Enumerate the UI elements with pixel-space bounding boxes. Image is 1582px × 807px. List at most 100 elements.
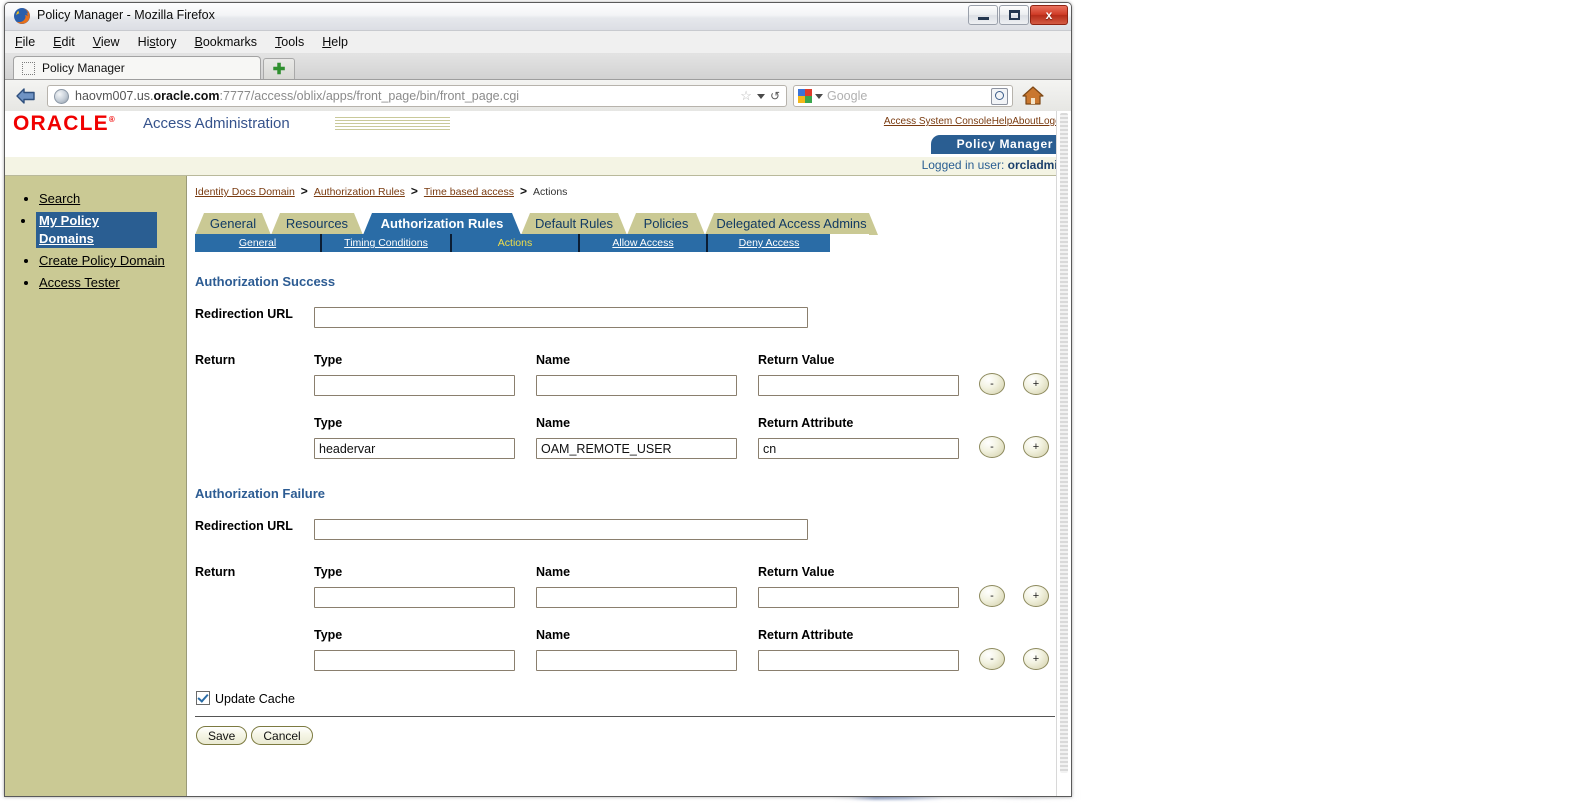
link-about[interactable]: About — [1012, 116, 1038, 127]
failure-row2-type-input[interactable] — [314, 650, 515, 671]
url-suffix: :7777/access/oblix/apps/front_page/bin/f… — [219, 89, 520, 103]
bookmark-star-icon[interactable]: ☆ — [740, 88, 752, 104]
tab-delegated-access-admins[interactable]: Delegated Access Admins — [705, 212, 878, 235]
sub-tab-bar: General Timing Conditions Actions Allow … — [195, 234, 830, 252]
search-bar[interactable]: Google — [793, 85, 1013, 107]
menu-edit[interactable]: Edit — [53, 35, 75, 49]
failure-row2-return-attribute-input[interactable] — [758, 650, 959, 671]
search-icon[interactable] — [991, 87, 1008, 105]
failure-row1-name-input[interactable] — [536, 587, 737, 608]
search-input-placeholder[interactable]: Google — [827, 89, 867, 103]
failure-row1-type-input[interactable] — [314, 587, 515, 608]
menu-bookmarks[interactable]: Bookmarks — [195, 35, 258, 49]
menu-history[interactable]: History — [138, 35, 177, 49]
subtab-general[interactable]: General — [195, 234, 322, 252]
minimize-button[interactable] — [968, 5, 998, 25]
save-button[interactable]: Save — [196, 726, 248, 745]
subtab-timing-conditions[interactable]: Timing Conditions — [322, 234, 452, 252]
browser-tab-label: Policy Manager — [42, 61, 125, 75]
success-redirection-url-input[interactable] — [314, 307, 808, 328]
app-title: Access Administration — [143, 115, 290, 132]
scrollbar-thumb[interactable] — [1060, 113, 1068, 773]
new-tab-button[interactable]: ✚ — [263, 58, 295, 79]
breadcrumb-item-time-based-access[interactable]: Time based access — [424, 186, 514, 198]
breadcrumb-item-identity-docs-domain[interactable]: Identity Docs Domain — [195, 186, 295, 198]
tab-default-rules[interactable]: Default Rules — [521, 212, 627, 235]
url-host: oracle.com — [153, 89, 220, 103]
success-row2-type-input[interactable] — [314, 438, 515, 459]
menu-file[interactable]: File — [15, 35, 35, 49]
failure-redirection-url-input[interactable] — [314, 519, 808, 540]
subtab-actions[interactable]: Actions — [452, 234, 580, 252]
close-button[interactable]: x — [1030, 5, 1068, 25]
failure-row1-add-button[interactable]: + — [1023, 585, 1049, 607]
reload-icon[interactable]: ↺ — [770, 89, 780, 103]
success-return-label: Return — [195, 353, 236, 367]
success-row1-type-input[interactable] — [314, 375, 515, 396]
chevron-down-icon[interactable] — [756, 93, 765, 99]
sidebar-item-create-policy-domain[interactable]: Create Policy Domain — [39, 252, 186, 270]
failure-return-row-2: Type Name Return Attribute - + — [195, 628, 1071, 684]
tab-general[interactable]: General — [195, 212, 271, 235]
maximize-button[interactable] — [999, 5, 1029, 25]
col-header-return-value: Return Value — [758, 565, 835, 579]
success-row1-remove-button[interactable]: - — [979, 373, 1005, 395]
success-row2-add-button[interactable]: + — [1023, 436, 1049, 458]
section-title-authorization-success: Authorization Success — [195, 274, 336, 289]
sidebar-item-label[interactable]: Create Policy Domain — [39, 253, 165, 268]
back-button[interactable] — [11, 83, 41, 109]
col-header-type: Type — [314, 565, 343, 579]
update-cache-checkbox[interactable] — [196, 691, 210, 705]
link-access-system-console[interactable]: Access System Console — [884, 116, 992, 127]
col-header-return-attribute: Return Attribute — [758, 416, 854, 430]
back-arrow-icon — [16, 88, 35, 104]
failure-row2-name-input[interactable] — [536, 650, 737, 671]
search-engine-chevron-icon[interactable] — [815, 93, 823, 99]
navigation-toolbar: haovm007.us.oracle.com:7777/access/oblix… — [5, 80, 1071, 113]
menu-help[interactable]: Help — [322, 35, 348, 49]
col-header-name: Name — [536, 353, 571, 367]
sidebar-item-label[interactable]: My Policy Domains — [39, 213, 99, 246]
app-body: Search My Policy Domains Create Policy D… — [5, 176, 1071, 796]
logged-in-band: Logged in user: orcladmin — [5, 157, 1071, 176]
failure-row1-remove-button[interactable]: - — [979, 585, 1005, 607]
url-bar[interactable]: haovm007.us.oracle.com:7777/access/oblix… — [47, 85, 787, 107]
sidebar: Search My Policy Domains Create Policy D… — [5, 176, 187, 796]
browser-tab[interactable]: Policy Manager — [13, 56, 261, 79]
success-row1-return-value-input[interactable] — [758, 375, 959, 396]
sidebar-item-my-policy-domains[interactable]: My Policy Domains — [36, 212, 157, 248]
sidebar-item-search[interactable]: Search — [39, 190, 186, 208]
success-row1-add-button[interactable]: + — [1023, 373, 1049, 395]
success-row2-remove-button[interactable]: - — [979, 436, 1005, 458]
failure-row1-return-value-input[interactable] — [758, 587, 959, 608]
module-tab-policy-manager[interactable]: Policy Manager — [930, 135, 1067, 154]
tab-authorization-rules[interactable]: Authorization Rules — [363, 212, 521, 235]
success-row1-name-input[interactable] — [536, 375, 737, 396]
sidebar-item-label[interactable]: Search — [39, 191, 80, 206]
success-row2-return-attribute-input[interactable] — [758, 438, 959, 459]
cancel-button[interactable]: Cancel — [251, 726, 313, 745]
menu-view[interactable]: View — [93, 35, 120, 49]
sidebar-nav-list: Search My Policy Domains Create Policy D… — [5, 176, 186, 292]
browser-tab-strip: Policy Manager ✚ — [5, 54, 1071, 80]
menu-tools[interactable]: Tools — [275, 35, 304, 49]
breadcrumb-separator: > — [410, 184, 418, 198]
header-links: Access System ConsoleHelpAboutLogout — [884, 116, 1069, 127]
success-row2-name-input[interactable] — [536, 438, 737, 459]
failure-row2-remove-button[interactable]: - — [979, 648, 1005, 670]
logged-in-user: Logged in user: orcladmin — [922, 158, 1065, 172]
failure-redirection-row: Redirection URL — [195, 519, 1071, 555]
tab-policies[interactable]: Policies — [627, 212, 705, 235]
breadcrumb-item-authorization-rules[interactable]: Authorization Rules — [314, 186, 405, 198]
home-icon — [1022, 86, 1044, 105]
link-help[interactable]: Help — [992, 116, 1013, 127]
sidebar-item-label[interactable]: Access Tester — [39, 275, 120, 290]
home-button[interactable] — [1019, 83, 1047, 109]
subtab-allow-access[interactable]: Allow Access — [580, 234, 708, 252]
page-vertical-scrollbar[interactable] — [1056, 111, 1071, 796]
subtab-deny-access[interactable]: Deny Access — [708, 234, 830, 252]
failure-row2-add-button[interactable]: + — [1023, 648, 1049, 670]
sidebar-item-access-tester[interactable]: Access Tester — [39, 274, 186, 292]
col-header-return-attribute: Return Attribute — [758, 628, 854, 642]
tab-resources[interactable]: Resources — [271, 212, 363, 235]
